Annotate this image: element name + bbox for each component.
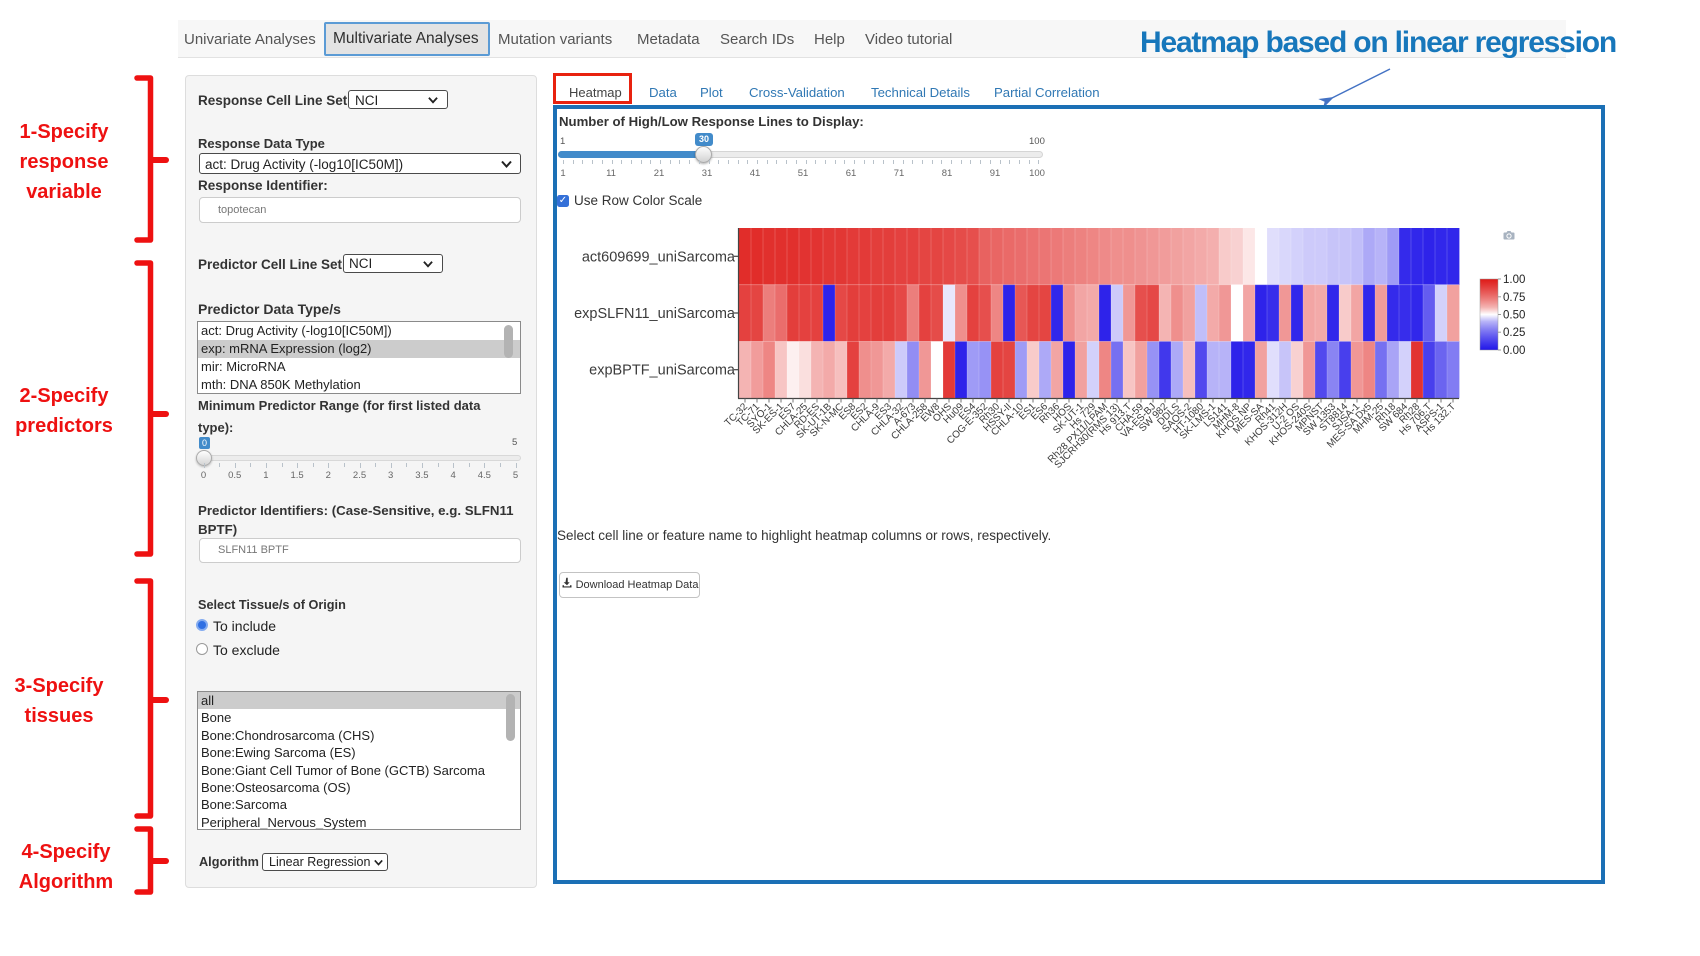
svg-text:expBPTF_uniSarcoma: expBPTF_uniSarcoma <box>589 363 736 379</box>
svg-text:0.50: 0.50 <box>1503 310 1525 322</box>
svg-text:0.75: 0.75 <box>1503 292 1525 304</box>
svg-text:act609699_uniSarcoma: act609699_uniSarcoma <box>582 249 736 265</box>
svg-text:0.25: 0.25 <box>1503 327 1525 339</box>
svg-text:0.00: 0.00 <box>1503 345 1525 357</box>
svg-text:1.00: 1.00 <box>1503 274 1525 286</box>
svg-text:expSLFN11_uniSarcoma: expSLFN11_uniSarcoma <box>574 306 736 322</box>
